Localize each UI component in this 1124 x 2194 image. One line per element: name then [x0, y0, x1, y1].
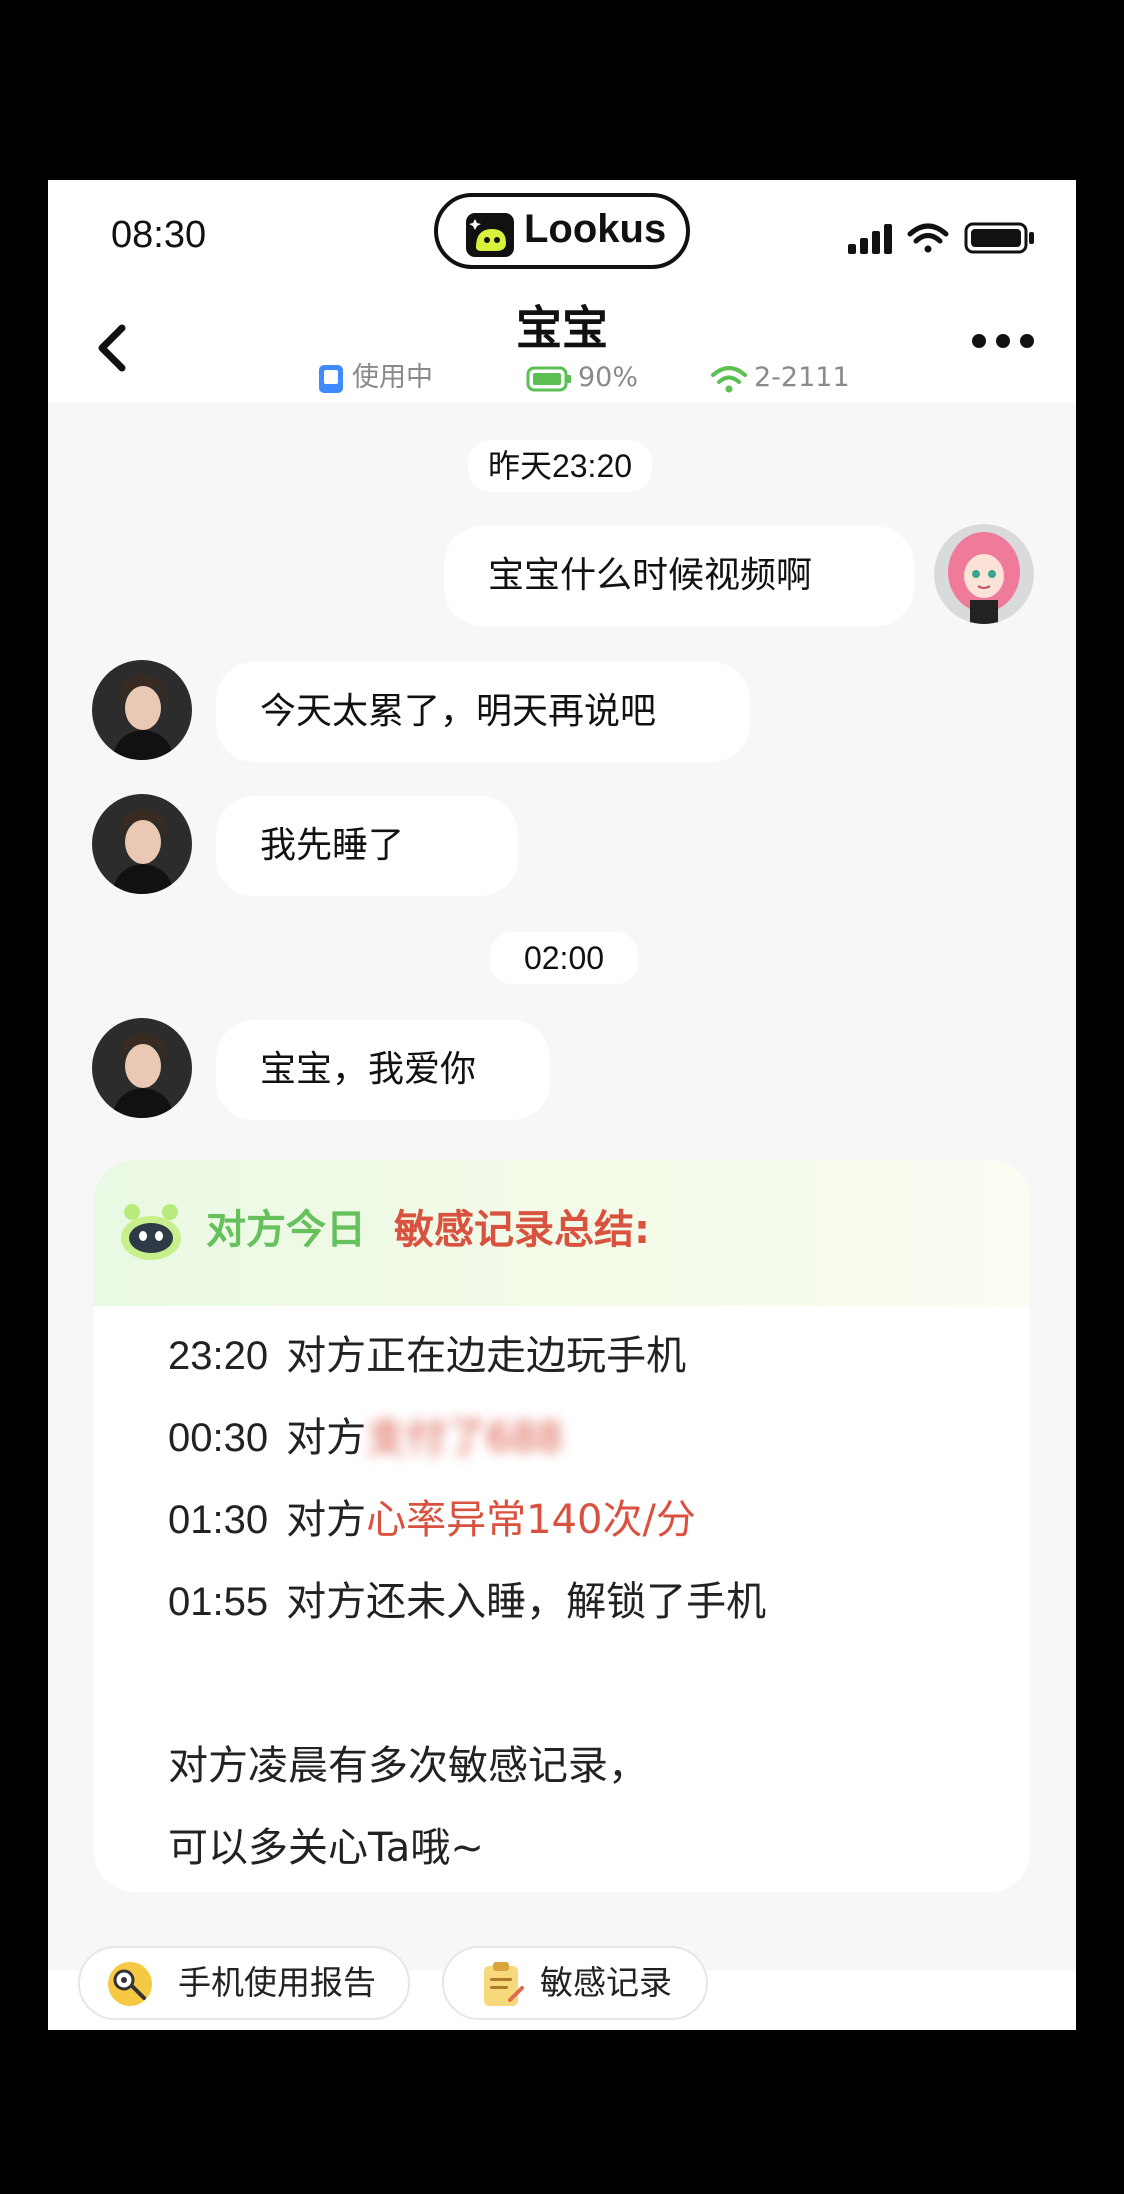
record-time: 01:55 [168, 1580, 269, 1624]
lookus-logo-icon [466, 213, 514, 257]
contact-avatar[interactable] [92, 660, 192, 760]
record-text: 对方 [286, 1415, 367, 1461]
signal-icon [848, 224, 892, 254]
wifi-green-icon [711, 365, 747, 392]
battery-status: 90% [526, 358, 638, 398]
wifi-icon [907, 223, 949, 253]
status-time: 08:30 [111, 214, 207, 256]
record-row: 01:55 对方还未入睡，解锁了手机 [168, 1572, 766, 1632]
message-bubble-incoming[interactable]: 宝宝，我爱你 [216, 1020, 550, 1120]
summary-note-line1: 对方凌晨有多次敏感记录， [168, 1743, 648, 1789]
sensitive-records-button[interactable]: 敏感记录 [442, 1946, 708, 2020]
network-label: 2-2111 [754, 362, 850, 393]
record-highlight: 心率异常140次/分 [366, 1497, 696, 1543]
man-avatar-icon [92, 660, 192, 760]
record-time: 01:30 [168, 1498, 269, 1542]
device-status-row: 使用中 90% 2-2111 [48, 358, 1076, 398]
sensitive-summary-card: 对方今日 敏感记录总结: 23:20 对方正在边走边玩手机 00:30 对方支付了68… [94, 1160, 1030, 1892]
message-bubble-incoming[interactable]: 我先睡了 [216, 796, 518, 896]
record-row: 01:30 对方心率异常140次/分 [168, 1490, 696, 1550]
timestamp-chip: 昨天23:20 [468, 440, 652, 492]
message-bubble-incoming[interactable]: 今天太累了，明天再说吧 [216, 662, 750, 762]
status-icons [848, 222, 1034, 254]
record-time: 23:20 [168, 1334, 269, 1378]
record-row: 00:30 对方支付了688 [168, 1408, 562, 1468]
phone-screen: 08:30 Lookus 宝宝 使用中 90% 2-2111 昨天23:20 0… [48, 180, 1076, 2030]
device-usage-status: 使用中 [316, 358, 433, 398]
anime-girl-avatar-icon [934, 524, 1034, 624]
record-text: 对方 [286, 1497, 367, 1543]
message-bubble-outgoing[interactable]: 宝宝什么时候视频啊 [444, 526, 914, 626]
top-bar: 08:30 Lookus 宝宝 使用中 90% 2-2111 [48, 180, 1076, 402]
summary-header: 对方今日 敏感记录总结: [94, 1160, 1030, 1306]
man-avatar-icon [92, 794, 192, 894]
contact-avatar[interactable] [92, 1018, 192, 1118]
clipboard-icon [484, 1962, 524, 2006]
battery-label: 90% [578, 362, 639, 393]
phone-usage-report-button[interactable]: 手机使用报告 [78, 1946, 410, 2020]
robot-mascot-icon [121, 1204, 181, 1260]
contact-avatar[interactable] [92, 794, 192, 894]
app-name: Lookus [524, 207, 667, 251]
sensitive-button-label: 敏感记录 [540, 1963, 672, 2002]
contact-name: 宝宝 [516, 301, 608, 355]
record-blurred-text: 支付了688 [366, 1415, 563, 1461]
network-status: 2-2111 [710, 358, 850, 398]
more-options-button[interactable] [970, 332, 1036, 350]
app-badge: Lookus [434, 193, 690, 269]
phone-icon [319, 364, 343, 393]
man-avatar-icon [92, 1018, 192, 1118]
my-avatar[interactable] [934, 524, 1034, 624]
magnifier-emoji-icon [108, 1962, 152, 2006]
summary-note-line2: 可以多关心Ta哦~ [168, 1825, 484, 1871]
summary-title: 对方今日 敏感记录总结: [206, 1200, 650, 1260]
record-text: 对方还未入睡，解锁了手机 [286, 1579, 767, 1625]
record-text: 对方正在边走边玩手机 [286, 1333, 687, 1379]
battery-level-icon [526, 366, 571, 391]
summary-title-red: 敏感记录总结: [394, 1207, 650, 1253]
battery-icon [964, 222, 1034, 254]
timestamp-chip: 02:00 [490, 932, 638, 984]
device-state-label: 使用中 [352, 362, 433, 393]
record-time: 00:30 [168, 1416, 269, 1460]
record-row: 23:20 对方正在边走边玩手机 [168, 1326, 686, 1386]
summary-title-green: 对方今日 [206, 1207, 366, 1253]
report-button-label: 手机使用报告 [178, 1963, 376, 2002]
